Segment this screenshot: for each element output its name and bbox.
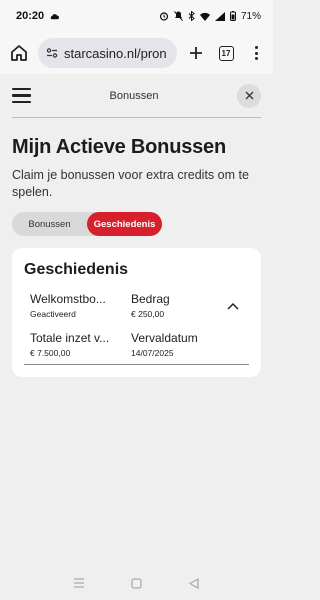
url-text: starcasino.nl/pron — [64, 45, 167, 61]
expiry-label: Vervaldatum — [131, 331, 198, 345]
plus-icon — [190, 47, 202, 59]
page-header: Bonussen — [12, 74, 261, 118]
bonus-tabs: Bonussen Geschiedenis — [12, 212, 162, 236]
new-tab-button[interactable] — [185, 42, 207, 64]
status-bar: 20:20 71% — [0, 0, 273, 32]
square-icon — [131, 578, 142, 588]
hamburger-menu-icon[interactable] — [12, 87, 31, 104]
bonus-status: Geactiveerd — [30, 309, 76, 319]
browser-toolbar: starcasino.nl/pron 17 — [0, 32, 273, 74]
page-title: Mijn Actieve Bonussen — [12, 136, 226, 158]
status-time: 20:20 — [16, 10, 45, 22]
expiry-value: 14/07/2025 — [131, 348, 174, 358]
address-bar[interactable]: starcasino.nl/pron — [38, 38, 177, 68]
header-title: Bonussen — [109, 89, 159, 102]
tab-bonussen[interactable]: Bonussen — [12, 212, 87, 236]
home-nav-button[interactable] — [129, 576, 143, 590]
battery-icon — [229, 11, 236, 21]
home-icon — [11, 45, 27, 61]
site-settings-icon[interactable] — [46, 47, 58, 59]
more-vert-icon — [254, 46, 258, 60]
back-triangle-icon — [189, 577, 199, 589]
tab-switcher-button[interactable]: 17 — [215, 42, 237, 64]
chevron-up-icon — [227, 302, 239, 310]
cloud-icon — [50, 13, 60, 19]
menu-lines-icon — [73, 578, 84, 588]
tab-geschiedenis[interactable]: Geschiedenis — [87, 212, 162, 236]
total-bet-label: Totale inzet v... — [30, 331, 110, 345]
system-nav-bar — [0, 566, 273, 600]
page-content: Bonussen Mijn Actieve Bonussen Claim je … — [0, 74, 273, 377]
back-nav-button[interactable] — [187, 576, 201, 590]
close-button[interactable] — [237, 83, 261, 108]
alarm-icon — [159, 12, 169, 21]
total-bet-value: € 7.500,00 — [30, 348, 71, 358]
collapse-button[interactable] — [223, 296, 243, 316]
close-icon — [245, 91, 253, 100]
tab-count: 17 — [218, 45, 234, 61]
wifi-icon — [199, 12, 210, 21]
signal-icon — [214, 11, 225, 21]
history-item[interactable]: Welkomstbo... Geactiveerd Bedrag € 250,0… — [24, 292, 249, 365]
page-subtitle: Claim je bonussen voor extra credits om … — [12, 168, 249, 199]
mute-icon — [174, 11, 183, 21]
battery-level: 71% — [240, 10, 261, 22]
history-card: Geschiedenis Welkomstbo... Geactiveerd B… — [12, 248, 261, 377]
bonus-name: Welkomstbo... — [30, 292, 106, 306]
bluetooth-icon — [188, 11, 195, 21]
amount-label: Bedrag — [131, 292, 170, 306]
browser-menu-button[interactable] — [245, 42, 267, 64]
amount-value: € 250,00 — [131, 309, 165, 319]
home-button[interactable] — [8, 42, 30, 64]
recents-button[interactable] — [72, 576, 86, 590]
history-title: Geschiedenis — [24, 261, 129, 278]
